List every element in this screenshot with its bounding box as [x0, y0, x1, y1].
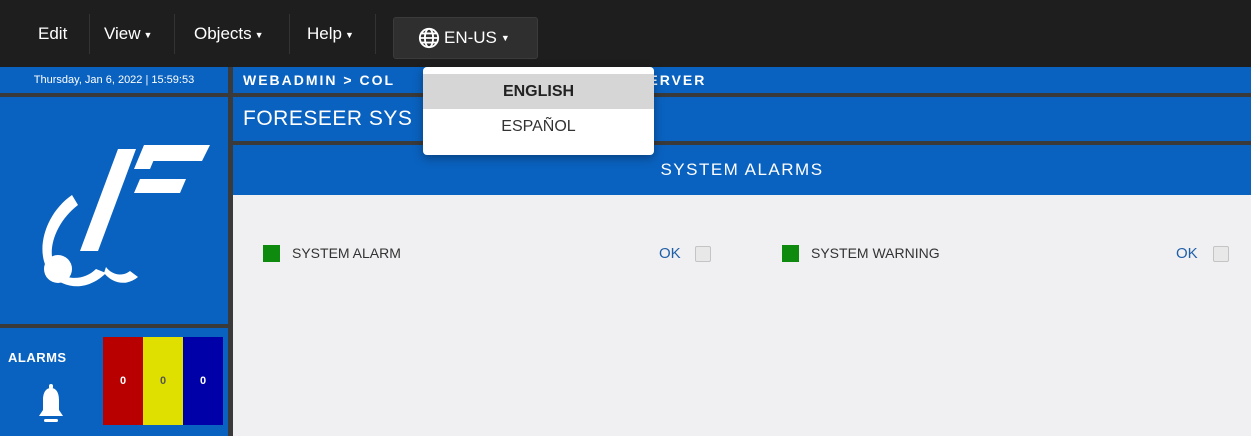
- top-menu-bar: Edit View ▼ Objects ▼ Help ▼ EN-US ▼: [0, 0, 1251, 67]
- system-alarm-status: OK: [659, 245, 681, 262]
- menu-view[interactable]: View ▼: [104, 0, 152, 67]
- caret-down-icon: ▼: [500, 33, 510, 43]
- language-option-english[interactable]: ENGLISH: [423, 74, 654, 109]
- menu-divider: [89, 14, 90, 54]
- alarms-label: ALARMS: [8, 350, 67, 365]
- menu-divider: [289, 14, 290, 54]
- info-alarm-count-value: 0: [199, 375, 207, 387]
- system-alarm-checkbox[interactable]: [695, 246, 711, 262]
- breadcrumb-text: WEBADMIN > COL: [243, 72, 396, 88]
- language-selector-label: EN-US: [444, 28, 497, 47]
- menu-objects-label: Objects: [194, 23, 252, 43]
- language-option-espanol-label: ESPAÑOL: [501, 117, 576, 135]
- warning-alarm-count[interactable]: 0: [143, 337, 183, 425]
- system-warning-status: OK: [1176, 245, 1198, 262]
- breadcrumb: WEBADMIN > COL R SERVER: [233, 67, 1251, 93]
- caret-down-icon: ▼: [344, 29, 354, 40]
- menu-objects[interactable]: Objects ▼: [194, 0, 264, 67]
- language-option-espanol[interactable]: ESPAÑOL: [423, 109, 654, 144]
- language-option-english-label: ENGLISH: [502, 82, 575, 100]
- menu-divider: [174, 14, 175, 54]
- menu-edit[interactable]: Edit: [38, 0, 67, 67]
- caret-down-icon: ▼: [143, 29, 153, 40]
- menu-divider: [375, 14, 376, 54]
- foreseer-logo: [0, 97, 228, 324]
- menu-help[interactable]: Help ▼: [307, 0, 354, 67]
- warning-alarm-count-value: 0: [159, 375, 167, 387]
- system-warning-indicator: [782, 245, 799, 262]
- menu-edit-label: Edit: [38, 23, 68, 43]
- language-selector-button[interactable]: EN-US ▼: [393, 17, 538, 59]
- globe-icon: [418, 27, 440, 49]
- page-title-text: FORESEER SYS: [243, 107, 413, 130]
- system-warning-label: SYSTEM WARNING: [811, 245, 940, 261]
- section-header: SYSTEM ALARMS: [233, 145, 1251, 195]
- alarms-panel: ALARMS 0 0 0: [0, 328, 228, 436]
- alarm-status-content: SYSTEM ALARM OK SYSTEM WARNING OK: [233, 195, 1251, 436]
- system-alarm-indicator: [263, 245, 280, 262]
- menu-view-label: View: [104, 23, 141, 43]
- system-alarm-label: SYSTEM ALARM: [292, 245, 401, 261]
- language-dropdown: ENGLISH ESPAÑOL: [423, 67, 654, 155]
- critical-alarm-count-value: 0: [119, 375, 127, 387]
- menu-help-label: Help: [307, 23, 342, 43]
- bell-icon[interactable]: [38, 384, 64, 424]
- section-title: SYSTEM ALARMS: [660, 160, 824, 179]
- caret-down-icon: ▼: [254, 29, 264, 40]
- critical-alarm-count[interactable]: 0: [103, 337, 143, 425]
- logo-graphic: [42, 145, 210, 287]
- datetime-display: Thursday, Jan 6, 2022 | 15:59:53: [0, 67, 228, 93]
- system-warning-checkbox[interactable]: [1213, 246, 1229, 262]
- page-title: FORESEER SYS: [233, 97, 1251, 141]
- info-alarm-count[interactable]: 0: [183, 337, 223, 425]
